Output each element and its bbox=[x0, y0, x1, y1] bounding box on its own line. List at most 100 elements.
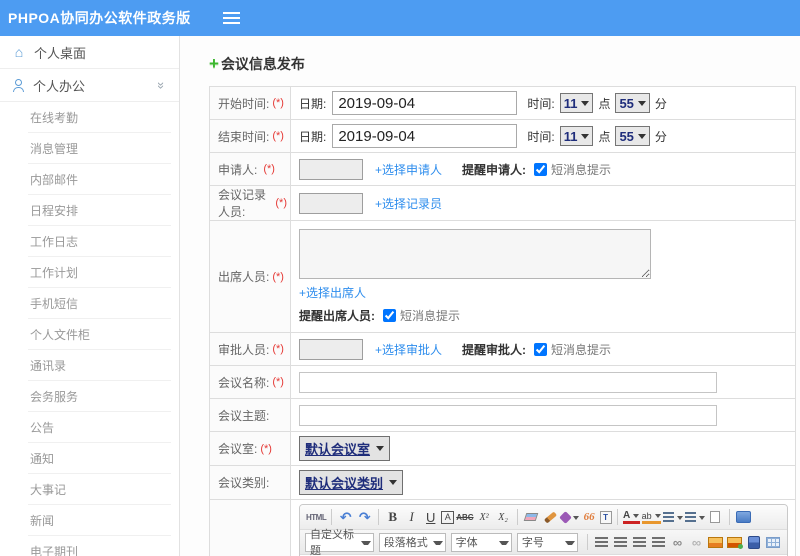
sms-hint-label: 短消息提示 bbox=[400, 309, 461, 323]
italic-button[interactable]: I bbox=[403, 508, 420, 527]
sidebar-item-attendance[interactable]: 在线考勤 bbox=[28, 102, 171, 133]
insert-table-icon[interactable] bbox=[764, 533, 781, 552]
align-left-icon[interactable] bbox=[593, 533, 610, 552]
sidebar-item-personal-office[interactable]: 个人办公 » bbox=[0, 69, 179, 102]
insert-link-icon[interactable]: ∞ bbox=[669, 533, 686, 552]
attendees-textarea[interactable] bbox=[299, 229, 651, 279]
field-label: 审批人员: bbox=[218, 342, 270, 357]
end-minute-select[interactable]: 55 bbox=[615, 126, 650, 146]
insert-media-icon[interactable] bbox=[745, 533, 762, 552]
sidebar-item-work-log[interactable]: 工作日志 bbox=[28, 226, 171, 257]
clear-format-brush-icon[interactable] bbox=[542, 508, 559, 527]
required-mark: (*) bbox=[275, 197, 287, 209]
heading-style-select[interactable]: 自定义标题 bbox=[305, 529, 374, 556]
minute-unit: 分 bbox=[654, 96, 667, 111]
undo-button[interactable]: ↶ bbox=[337, 508, 354, 527]
start-hour-select[interactable]: 11 bbox=[559, 93, 594, 113]
sidebar-item-work-plan[interactable]: 工作计划 bbox=[28, 257, 171, 288]
paste-text-button[interactable]: T bbox=[599, 510, 612, 524]
insert-image-icon[interactable] bbox=[707, 533, 724, 552]
remind-approver-label: 提醒审批人: bbox=[462, 342, 527, 357]
superscript-button[interactable]: X² bbox=[476, 508, 493, 527]
sidebar-item-news[interactable]: 新闻 bbox=[28, 505, 171, 536]
plus-icon: + bbox=[209, 54, 219, 73]
main-content: + 会议信息发布 开始时间: (*) 日期: 时间: 11 点 55 分 bbox=[180, 36, 800, 556]
align-justify-icon[interactable] bbox=[650, 533, 667, 552]
underline-button[interactable]: U bbox=[422, 508, 439, 527]
new-page-icon[interactable] bbox=[707, 508, 724, 527]
sidebar-item-e-journal[interactable]: 电子期刊 bbox=[28, 536, 171, 556]
end-date-input[interactable] bbox=[332, 124, 518, 148]
source-code-button[interactable]: HTML bbox=[306, 508, 327, 527]
align-right-icon[interactable] bbox=[631, 533, 648, 552]
meeting-name-row: 会议名称: (*) bbox=[210, 366, 795, 399]
choose-recorder-link[interactable]: +选择记录员 bbox=[375, 195, 442, 212]
meeting-name-input[interactable] bbox=[299, 371, 717, 393]
sidebar-item-schedule[interactable]: 日程安排 bbox=[28, 195, 171, 226]
sidebar-item-file-cabinet[interactable]: 个人文件柜 bbox=[28, 319, 171, 350]
approver-sms-checkbox[interactable] bbox=[534, 342, 548, 356]
meeting-room-select[interactable]: 默认会议室 bbox=[299, 436, 391, 461]
sidebar-item-label: 个人办公 bbox=[33, 78, 86, 94]
meeting-category-select[interactable]: 默认会议类别 bbox=[299, 470, 404, 495]
start-minute-select[interactable]: 55 bbox=[615, 93, 650, 113]
font-color-button[interactable]: A bbox=[622, 510, 640, 524]
attendees-sms-checkbox[interactable] bbox=[383, 309, 396, 322]
end-hour-select[interactable]: 11 bbox=[559, 126, 594, 146]
meeting-room-row: 会议室: (*) 默认会议室 bbox=[210, 432, 795, 466]
upload-image-icon[interactable] bbox=[726, 533, 743, 552]
remind-attendees-label: 提醒出席人员: bbox=[299, 309, 375, 323]
ordered-list-button[interactable] bbox=[662, 508, 683, 527]
bold-button[interactable]: B bbox=[384, 508, 401, 527]
blockquote-button[interactable]: 66 bbox=[581, 508, 598, 527]
font-family-select[interactable]: 字体 bbox=[450, 532, 512, 552]
hour-unit: 点 bbox=[598, 129, 611, 144]
end-time-row: 结束时间: (*) 日期: 时间: 11 点 55 分 bbox=[210, 120, 795, 153]
sidebar-item-internal-mail[interactable]: 内部邮件 bbox=[28, 164, 171, 195]
applicant-sms-checkbox[interactable] bbox=[534, 162, 548, 176]
sidebar-item-contacts[interactable]: 通讯录 bbox=[28, 350, 171, 381]
sidebar-item-desktop[interactable]: ⌂ 个人桌面 bbox=[0, 36, 179, 69]
applicant-input[interactable] bbox=[299, 158, 363, 180]
recorder-input[interactable] bbox=[299, 192, 363, 214]
sidebar-item-memorabilia[interactable]: 大事记 bbox=[28, 474, 171, 505]
field-label: 结束时间: bbox=[218, 129, 270, 144]
unordered-list-button[interactable] bbox=[684, 508, 705, 527]
required-mark: (*) bbox=[272, 376, 284, 388]
align-center-icon[interactable] bbox=[612, 533, 629, 552]
format-wand-icon[interactable] bbox=[558, 508, 579, 527]
font-size-select[interactable]: 字号 bbox=[516, 532, 579, 552]
char-border-button[interactable]: A bbox=[441, 510, 455, 524]
sidebar-item-meeting-service[interactable]: 会务服务 bbox=[28, 381, 171, 412]
strikethrough-button[interactable]: ABC bbox=[456, 508, 473, 527]
sidebar-item-announcements[interactable]: 公告 bbox=[28, 412, 171, 443]
meeting-subject-row: 会议主题: bbox=[210, 399, 795, 432]
subscript-button[interactable]: X₂ bbox=[495, 508, 512, 527]
meeting-subject-input[interactable] bbox=[299, 404, 717, 426]
redo-button[interactable]: ↷ bbox=[356, 508, 373, 527]
remove-link-icon[interactable]: ∞ bbox=[688, 533, 705, 552]
field-label: 会议记录人员: bbox=[218, 188, 267, 219]
paragraph-format-select[interactable]: 段落格式 bbox=[378, 532, 446, 552]
editor-toolbar-row1: HTML ↶ ↷ B I U A ABC X² X₂ 66 T A ab bbox=[300, 505, 787, 530]
app-title: PHPOA协同办公软件政务版 bbox=[8, 10, 191, 26]
fullscreen-icon[interactable] bbox=[735, 508, 752, 527]
sidebar-item-notices[interactable]: 通知 bbox=[28, 443, 171, 474]
sidebar-item-sms[interactable]: 手机短信 bbox=[28, 288, 171, 319]
field-label: 申请人: bbox=[218, 162, 258, 177]
start-date-input[interactable] bbox=[332, 91, 518, 115]
choose-attendees-link[interactable]: +选择出席人 bbox=[299, 286, 366, 300]
date-label: 日期: bbox=[299, 96, 327, 111]
choose-applicant-link[interactable]: +选择申请人 bbox=[375, 161, 442, 178]
menu-icon[interactable] bbox=[222, 12, 240, 24]
remind-applicant-label: 提醒申请人: bbox=[462, 162, 527, 177]
sidebar: ⌂ 个人桌面 个人办公 » 在线考勤 消息管理 内部邮件 日程安排 工作日志 工… bbox=[0, 36, 180, 556]
eraser-icon[interactable] bbox=[523, 508, 540, 527]
sidebar-item-label: 个人桌面 bbox=[34, 45, 87, 61]
approver-input[interactable] bbox=[299, 338, 363, 360]
field-label: 会议室: bbox=[218, 442, 258, 456]
choose-approver-link[interactable]: +选择审批人 bbox=[375, 341, 442, 358]
highlight-color-button[interactable]: ab bbox=[641, 511, 661, 524]
sidebar-item-messages[interactable]: 消息管理 bbox=[28, 133, 171, 164]
chevron-down-icon: » bbox=[153, 81, 169, 89]
